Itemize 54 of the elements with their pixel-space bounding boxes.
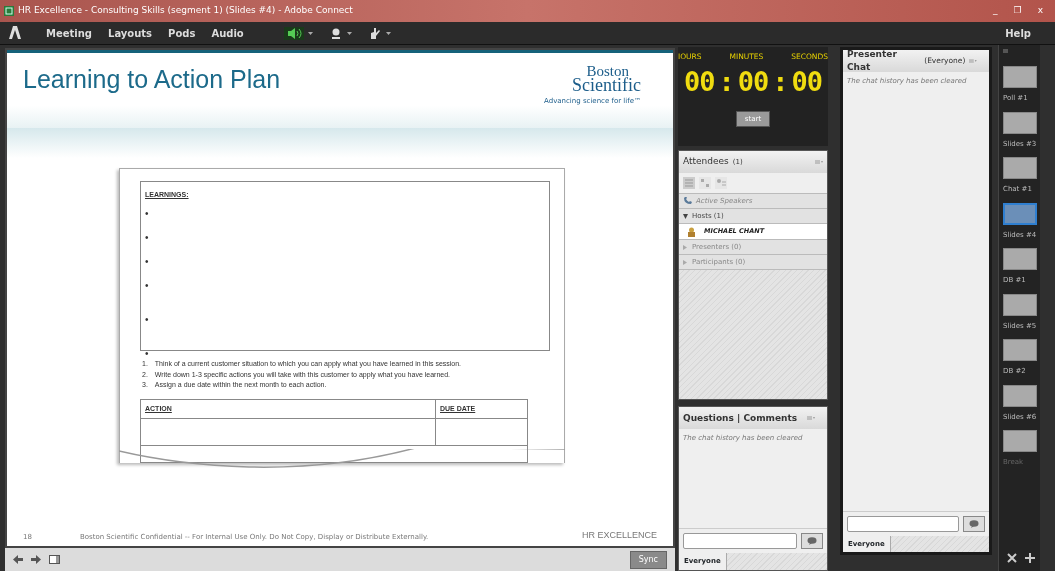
send-button[interactable] [963,515,985,532]
maximize-button[interactable]: ❐ [1013,4,1022,18]
help-menu[interactable]: Help [1005,25,1031,41]
bullet: • [145,280,150,291]
dropdown-caret-icon[interactable] [307,31,313,35]
chat-input[interactable] [683,533,797,550]
layout-thumbnail[interactable] [1003,202,1037,225]
add-icon[interactable] [1025,553,1035,563]
company-logo: Boston Scientific [571,65,641,94]
host-badge-icon [687,226,696,237]
speech-bubble-icon [969,519,979,528]
timer-separator: : [772,65,788,100]
bullet: • [145,314,150,325]
layout-thumbnail[interactable] [1003,384,1037,407]
layout-thumbnail[interactable] [1003,157,1037,179]
layout-thumbnail[interactable] [1003,66,1037,88]
tools-icon[interactable] [1007,553,1017,563]
phone-icon [683,197,692,206]
menu-item[interactable]: Audio [211,25,244,41]
speech-bubble-icon [807,537,817,546]
timer-separator: : [718,65,734,100]
adobe-logo-icon [8,25,22,41]
send-button[interactable] [801,533,823,550]
bullet: • [145,232,150,243]
layout-thumbnail[interactable] [1003,111,1037,134]
timer-digits: 00 [683,65,715,100]
menu-item[interactable]: Layouts [108,25,153,41]
layout-thumbnail[interactable] [1003,248,1037,270]
timer-digits: 00 [737,65,769,100]
pod-title: Presenter Chat [847,47,898,74]
footer-brand: HR EXCELLENCE [581,528,657,542]
back-arrow-icon[interactable] [13,555,23,564]
menu-item[interactable]: Meeting [46,25,92,41]
dropdown-caret-icon[interactable] [385,31,391,35]
layout-thumbnail[interactable] [1003,339,1037,361]
forward-arrow-icon[interactable] [31,555,41,564]
timer-digits: 00 [791,65,823,100]
window-title: HR Excellence - Consulting Skills (segment 1) (Slides #4) - Adobe Connect [18,4,353,18]
layout-thumbnail[interactable] [1003,293,1037,316]
pod-title: Questions | Comments [683,411,798,425]
speaker-icon[interactable] [283,26,304,40]
chat-input[interactable] [847,515,959,532]
minimize-button[interactable]: _ [993,4,998,18]
dropdown-caret-icon[interactable] [346,31,352,35]
bullet: • [145,208,150,219]
menu-item[interactable]: Pods [168,25,196,41]
slide-title: Learning to Action Plan [23,64,281,95]
pod-title: Attendees [683,155,729,169]
bullet: • [145,348,150,359]
bullet: • [145,256,150,267]
app-icon [4,6,14,16]
expanded-caret-icon[interactable] [683,213,688,219]
close-button[interactable]: x [1037,4,1043,18]
panel-toggle-icon[interactable] [49,555,60,564]
